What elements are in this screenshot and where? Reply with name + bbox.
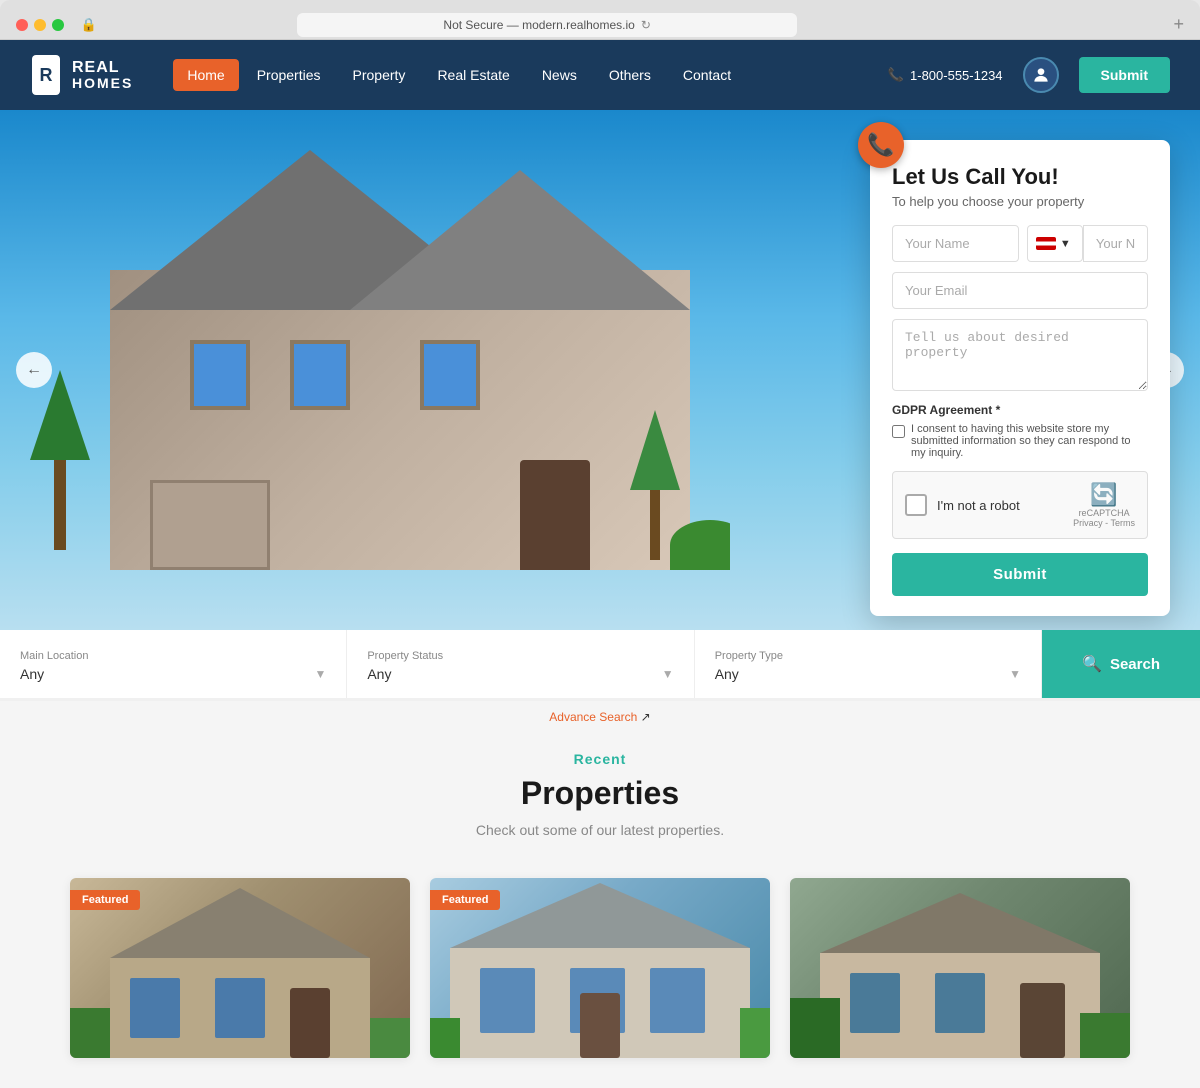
phone-icon: 📞 (888, 67, 904, 83)
recent-subtitle: Check out some of our latest properties. (40, 822, 1160, 838)
status-field[interactable]: Property Status Any ▼ (347, 630, 694, 698)
property-card-2[interactable]: Featured (430, 878, 770, 1058)
properties-grid: Featured Featured (40, 878, 1160, 1058)
navbar: R REAL HOMES Home Properties Property Re… (0, 40, 1200, 110)
nav-home[interactable]: Home (173, 59, 238, 91)
reload-icon[interactable]: ↻ (641, 18, 651, 32)
search-bar: Main Location Any ▼ Property Status Any … (0, 630, 1200, 701)
status-label: Property Status (367, 650, 673, 662)
recaptcha-checkbox[interactable] (905, 494, 927, 516)
maximize-button[interactable] (52, 19, 64, 31)
type-value: Any (715, 666, 739, 682)
property-card-3[interactable] (790, 878, 1130, 1058)
nav-others[interactable]: Others (595, 59, 665, 91)
gdpr-text-content: I consent to having this website store m… (911, 423, 1148, 459)
location-label: Main Location (20, 650, 326, 662)
search-icon: 🔍 (1082, 654, 1102, 674)
nav-links: Home Properties Property Real Estate New… (173, 59, 867, 91)
search-button[interactable]: 🔍 Search (1042, 630, 1200, 698)
gdpr-checkbox[interactable] (892, 425, 905, 438)
slider-prev-button[interactable]: ← (16, 352, 52, 388)
search-label: Search (1110, 656, 1160, 673)
advance-search-label: Advance Search (549, 710, 637, 724)
recaptcha-widget[interactable]: I'm not a robot 🔄 reCAPTCHA Privacy - Te… (892, 471, 1148, 539)
hero-house-scene (30, 150, 730, 570)
recaptcha-label: I'm not a robot (937, 498, 1020, 513)
email-input[interactable] (892, 272, 1148, 309)
logo[interactable]: R REAL HOMES (30, 53, 133, 97)
property-image-2: Featured (430, 878, 770, 1058)
user-avatar[interactable] (1023, 57, 1059, 93)
logo-icon: R (30, 53, 62, 97)
recaptcha-logo-icon: 🔄 (1073, 482, 1135, 508)
country-code-select[interactable]: ▼ (1027, 225, 1083, 262)
call-form-subtitle: To help you choose your property (892, 194, 1148, 209)
logo-real: REAL (72, 59, 133, 77)
nav-phone: 📞 1-800-555-1234 (888, 67, 1003, 83)
location-field[interactable]: Main Location Any ▼ (0, 630, 347, 698)
address-bar[interactable]: Not Secure — modern.realhomes.io ↻ (297, 13, 797, 37)
message-textarea[interactable] (892, 319, 1148, 391)
recent-title: Properties (40, 775, 1160, 812)
logo-homes: HOMES (72, 76, 133, 91)
nav-submit-button[interactable]: Submit (1079, 57, 1170, 93)
property-card-1[interactable]: Featured (70, 878, 410, 1058)
advance-search-link[interactable]: Advance Search ↗ (549, 710, 650, 724)
hero-section: ← → 📞 Let Us Call You! To help you choos… (0, 110, 1200, 630)
recaptcha-brand: reCAPTCHA (1073, 508, 1135, 518)
new-tab-button[interactable]: + (1173, 14, 1184, 35)
call-form-title: Let Us Call You! (892, 164, 1148, 190)
traffic-lights (16, 19, 64, 31)
recent-properties-section: Recent Properties Check out some of our … (0, 701, 1200, 1088)
name-input[interactable] (892, 225, 1019, 262)
recaptcha-links: Privacy - Terms (1073, 518, 1135, 528)
nav-property[interactable]: Property (339, 59, 420, 91)
nav-properties[interactable]: Properties (243, 59, 335, 91)
type-label: Property Type (715, 650, 1021, 662)
property-image-1: Featured (70, 878, 410, 1058)
url-text: Not Secure — modern.realhomes.io (443, 18, 634, 32)
browser-chrome: 🔒 Not Secure — modern.realhomes.io ↻ + (0, 0, 1200, 40)
call-form-card: 📞 Let Us Call You! To help you choose yo… (870, 140, 1170, 616)
svg-text:R: R (40, 65, 53, 85)
type-chevron-icon: ▼ (1009, 667, 1021, 681)
status-value: Any (367, 666, 391, 682)
nav-contact[interactable]: Contact (669, 59, 745, 91)
recent-eyebrow: Recent (40, 751, 1160, 767)
close-button[interactable] (16, 19, 28, 31)
status-chevron-icon: ▼ (662, 667, 674, 681)
minimize-button[interactable] (34, 19, 46, 31)
call-icon: 📞 (858, 122, 904, 168)
location-value: Any (20, 666, 44, 682)
gdpr-agreement: I consent to having this website store m… (892, 423, 1148, 459)
phone-input[interactable] (1083, 225, 1148, 262)
lock-icon: 🔒 (74, 17, 104, 33)
property-image-3 (790, 878, 1130, 1058)
prev-icon: ← (26, 361, 42, 379)
nav-news[interactable]: News (528, 59, 591, 91)
nav-real-estate[interactable]: Real Estate (423, 59, 523, 91)
location-chevron-icon: ▼ (314, 667, 326, 681)
type-field[interactable]: Property Type Any ▼ (695, 630, 1042, 698)
gdpr-label: GDPR Agreement * (892, 403, 1148, 417)
flag-icon (1036, 237, 1056, 250)
phone-number: 1-800-555-1234 (910, 68, 1003, 83)
form-submit-button[interactable]: Submit (892, 553, 1148, 596)
